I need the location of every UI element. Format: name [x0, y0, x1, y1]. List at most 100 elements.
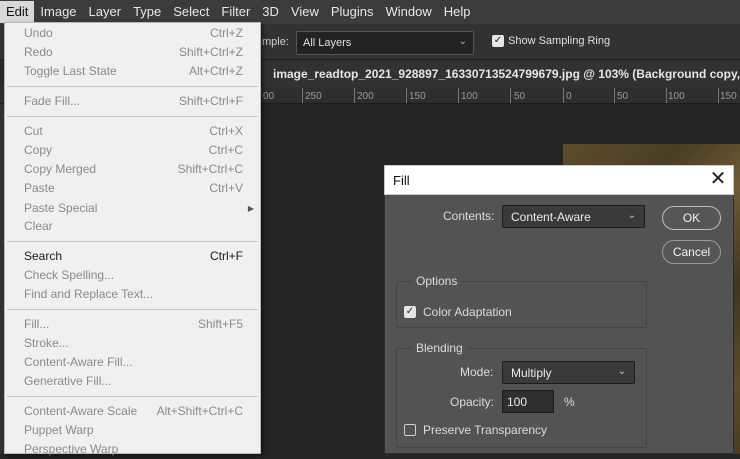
menu-item-perspective-warp[interactable]: Perspective Warp	[5, 440, 260, 459]
ruler-label: 100	[461, 91, 478, 102]
menu-view[interactable]: View	[285, 1, 325, 23]
ruler-label: 00	[263, 91, 275, 102]
close-icon[interactable]: ✕	[707, 168, 729, 190]
menu-item-search[interactable]: Search Ctrl+F	[5, 247, 260, 266]
ok-button[interactable]: OK	[662, 206, 721, 230]
menu-image[interactable]: Image	[34, 1, 82, 23]
menu-item-puppet-warp[interactable]: Puppet Warp	[5, 421, 260, 440]
menu-item-label: Cut	[24, 124, 43, 138]
menu-filter[interactable]: Filter	[215, 1, 256, 23]
blending-group-title: Blending	[412, 341, 467, 355]
menu-item-shortcut: Ctrl+V	[209, 181, 243, 195]
menu-item-find-replace[interactable]: Find and Replace Text...	[5, 285, 260, 304]
menu-item-toggle-last-state[interactable]: Toggle Last State Alt+Ctrl+Z	[5, 62, 260, 81]
menu-type[interactable]: Type	[127, 1, 167, 23]
menu-item-label: Undo	[24, 26, 53, 40]
menu-item-shortcut: Ctrl+F	[210, 249, 243, 263]
menu-select[interactable]: Select	[167, 1, 215, 23]
menu-item-label: Puppet Warp	[24, 423, 94, 437]
menu-separator	[7, 241, 258, 242]
ruler-label: 200	[357, 91, 374, 102]
ruler-tick	[302, 88, 303, 103]
color-adaptation-checkbox[interactable]: ✓	[404, 306, 416, 318]
menu-3d[interactable]: 3D	[256, 1, 285, 23]
menu-window[interactable]: Window	[380, 1, 438, 23]
ruler-label: 150	[720, 91, 737, 102]
menu-item-paste-special[interactable]: Paste Special ▶	[5, 199, 260, 218]
menu-item-shortcut: Ctrl+Z	[210, 26, 243, 40]
menu-item-generative-fill[interactable]: Generative Fill...	[5, 372, 260, 391]
ruler-tick	[406, 88, 407, 103]
mode-select-value: Multiply	[511, 366, 552, 380]
menu-separator	[7, 396, 258, 397]
ruler-tick	[563, 88, 564, 103]
menu-item-label: Find and Replace Text...	[24, 287, 154, 301]
menu-item-label: Toggle Last State	[24, 64, 117, 78]
chevron-down-icon: ⌄	[617, 366, 626, 377]
mode-select[interactable]: Multiply ⌄	[502, 361, 635, 384]
ruler-tick	[510, 88, 511, 103]
opacity-label: Opacity:	[450, 395, 495, 409]
menu-help[interactable]: Help	[438, 1, 477, 23]
menu-item-undo[interactable]: Undo Ctrl+Z	[5, 24, 260, 43]
menu-plugins[interactable]: Plugins	[325, 1, 380, 23]
menu-item-fade-fill[interactable]: Fade Fill... Shift+Ctrl+F	[5, 92, 260, 111]
menu-item-label: Generative Fill...	[24, 374, 112, 388]
menu-edit[interactable]: Edit	[0, 1, 35, 23]
menu-item-clear[interactable]: Clear	[5, 217, 260, 236]
ruler-tick	[614, 88, 615, 103]
menu-item-label: Content-Aware Scale	[24, 404, 138, 418]
menu-item-label: Stroke...	[24, 336, 69, 350]
menu-item-paste[interactable]: Paste Ctrl+V	[5, 179, 260, 198]
menu-item-copy-merged[interactable]: Copy Merged Shift+Ctrl+C	[5, 160, 260, 179]
ruler-label: 150	[409, 91, 426, 102]
menu-item-label: Paste	[24, 181, 55, 195]
menu-item-label: Search	[24, 249, 63, 263]
menu-separator	[7, 86, 258, 87]
menu-item-copy[interactable]: Copy Ctrl+C	[5, 141, 260, 160]
menu-item-fill[interactable]: Fill... Shift+F5	[5, 315, 260, 334]
menu-item-content-aware-scale[interactable]: Content-Aware Scale Alt+Shift+Ctrl+C	[5, 402, 260, 421]
opacity-field[interactable]: 100	[502, 390, 554, 413]
menu-item-check-spelling[interactable]: Check Spelling...	[5, 266, 260, 285]
options-group-title: Options	[412, 274, 462, 288]
sample-select-value: All Layers	[303, 37, 352, 49]
ruler-label: 0	[566, 91, 572, 102]
sampling-ring-checkbox[interactable]: ✓	[492, 35, 504, 47]
ruler-tick	[458, 88, 459, 103]
chevron-down-icon: ⌄	[458, 36, 467, 47]
menu-item-label: Copy Merged	[24, 162, 97, 176]
menu-bar: Edit Image Layer Type Select Filter 3D V…	[0, 0, 740, 24]
contents-label: Contents:	[443, 209, 495, 223]
ruler-label: 100	[668, 91, 685, 102]
menu-item-stroke[interactable]: Stroke...	[5, 334, 260, 353]
menu-item-shortcut: Shift+Ctrl+C	[177, 162, 243, 176]
preserve-transparency-checkbox[interactable]	[404, 424, 416, 436]
ruler-tick	[666, 88, 667, 103]
submenu-arrow-icon: ▶	[247, 204, 254, 213]
ruler-label: 50	[514, 91, 526, 102]
ruler-tick	[718, 88, 719, 103]
menu-separator	[7, 309, 258, 310]
menu-item-label: Redo	[24, 45, 53, 59]
menu-item-label: Clear	[24, 219, 53, 233]
menu-item-shortcut: Shift+F5	[197, 317, 243, 331]
menu-item-shortcut: Alt+Shift+Ctrl+C	[156, 404, 243, 418]
ruler-label: 250	[305, 91, 322, 102]
sample-select[interactable]: All Layers ⌄	[296, 31, 474, 55]
menu-item-label: Paste Special	[24, 201, 98, 215]
menu-item-shortcut: Ctrl+X	[209, 124, 243, 138]
document-tab[interactable]: image_readtop_2021_928897_16330713524799…	[262, 60, 740, 88]
cancel-button[interactable]: Cancel	[662, 240, 721, 264]
menu-item-content-aware-fill[interactable]: Content-Aware Fill...	[5, 353, 260, 372]
mode-label: Mode:	[460, 365, 494, 379]
menu-item-redo[interactable]: Redo Shift+Ctrl+Z	[5, 43, 260, 62]
menu-item-shortcut: Ctrl+C	[208, 143, 243, 157]
ruler-tick	[354, 88, 355, 103]
menu-layer[interactable]: Layer	[83, 1, 128, 23]
menu-item-shortcut: Shift+Ctrl+F	[178, 94, 243, 108]
menu-item-label: Check Spelling...	[24, 268, 115, 282]
chevron-down-icon: ⌄	[627, 210, 636, 221]
contents-select[interactable]: Content-Aware ⌄	[502, 205, 645, 228]
menu-item-cut[interactable]: Cut Ctrl+X	[5, 122, 260, 141]
